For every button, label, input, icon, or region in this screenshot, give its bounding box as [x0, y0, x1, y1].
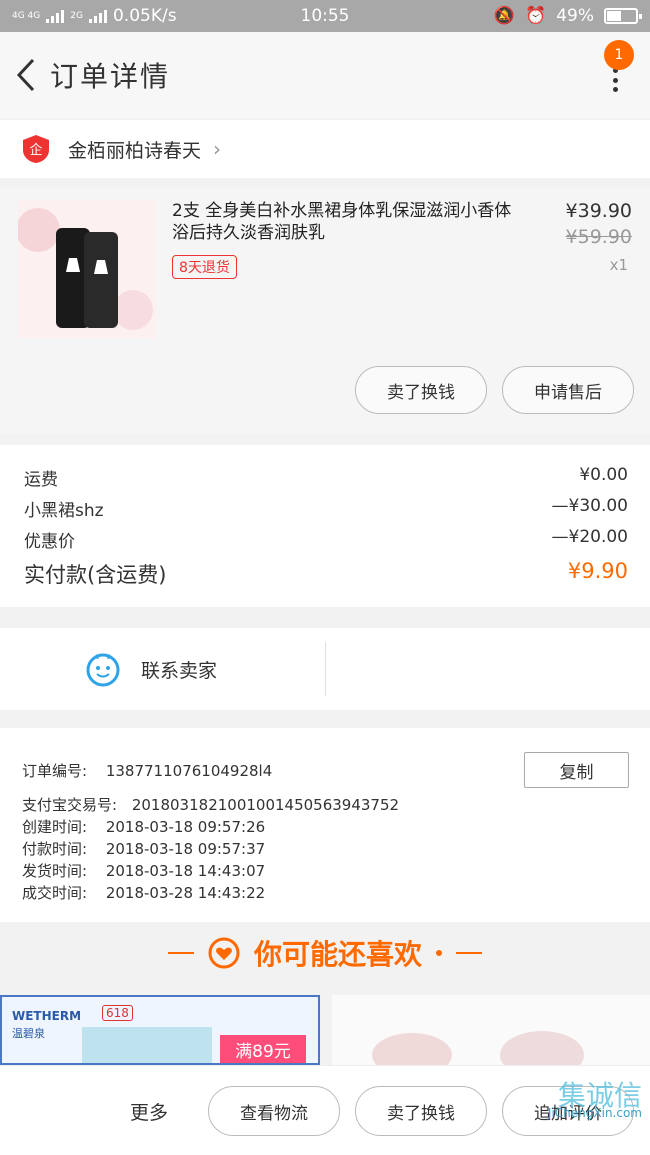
- more-button[interactable]: 更多: [130, 1098, 168, 1125]
- product-original-price: ¥59.90: [565, 226, 632, 248]
- recommend-list: WETHERM 温碧泉 618 满89元: [0, 995, 650, 1065]
- card-brand: WETHERM: [12, 1009, 82, 1023]
- order-row-value: 2018-03-18 09:57:26: [105, 818, 266, 836]
- order-row-label: 支付宝交易号:: [22, 796, 118, 814]
- order-row-label: 创建时间:: [22, 818, 88, 836]
- chat-icon: [86, 653, 120, 687]
- sell-button[interactable]: 卖了换钱: [355, 366, 487, 414]
- shop-row[interactable]: 企 金栢丽柏诗春天 ›: [0, 120, 650, 178]
- fee-label: 小黑裙shz: [24, 501, 104, 521]
- card-product-image: [82, 1027, 212, 1063]
- recommend-card[interactable]: [332, 995, 650, 1065]
- network2-label: 2G: [70, 11, 83, 21]
- recommend-card[interactable]: WETHERM 温碧泉 618 满89元: [0, 995, 320, 1065]
- notification-badge: 1: [604, 40, 634, 70]
- clock: 10:55: [300, 6, 350, 26]
- order-row-label: 成交时间:: [22, 884, 88, 902]
- order-row-value: 2018031821001001450563943752: [131, 796, 400, 814]
- more-menu-button[interactable]: [610, 68, 620, 92]
- page-title: 订单详情: [50, 60, 171, 93]
- fee-label: 优惠价: [24, 532, 75, 552]
- after-sales-button[interactable]: 申请售后: [502, 366, 634, 414]
- card-product-image: [372, 1031, 584, 1065]
- total-value: ¥9.90: [567, 559, 628, 583]
- mute-icon: 🔕: [493, 6, 516, 26]
- fee-value: —¥20.00: [551, 527, 628, 547]
- signal-icon: [46, 9, 65, 23]
- recommend-title: 你可能还喜欢: [253, 938, 422, 971]
- recommend-header: 你可能还喜欢: [0, 925, 650, 981]
- fee-row-coupon: 小黑裙shz —¥30.00: [24, 496, 628, 521]
- order-row: 付款时间: 2018-03-18 09:57:37: [22, 838, 265, 859]
- card-tag: 618: [102, 1005, 133, 1021]
- network-label: 4G 4G: [12, 11, 41, 21]
- order-row-label: 付款时间:: [22, 840, 88, 858]
- battery-icon: [604, 8, 642, 24]
- contact-seller-button[interactable]: 联系卖家: [85, 651, 217, 687]
- view-logistics-button[interactable]: 查看物流: [208, 1086, 340, 1136]
- order-info: 订单编号: 1387711076104928l4 复制 支付宝交易号: 2018…: [0, 728, 650, 922]
- product-image: [18, 200, 156, 338]
- product-price: ¥39.90: [565, 200, 632, 222]
- contact-section: 联系卖家: [0, 628, 650, 710]
- fee-row-shipping: 运费 ¥0.00: [24, 465, 628, 490]
- fee-row-discount: 优惠价 —¥20.00: [24, 527, 628, 552]
- nav-bar: 订单详情 1: [0, 32, 650, 118]
- bottom-action-bar: 更多 查看物流 卖了换钱 追加评价 集诚信 JiChengXin.com: [0, 1065, 650, 1155]
- divider: [456, 952, 482, 954]
- net-speed: 0.05K/s: [112, 6, 177, 26]
- chevron-right-icon: ›: [213, 137, 222, 161]
- product-item[interactable]: 2支 全身美白补水黑裙身体乳保湿滋润小香体浴后持久淡香润肤乳 8天退货 ¥39.…: [0, 188, 650, 434]
- order-number-row: 订单编号: 1387711076104928l4: [22, 760, 272, 781]
- contact-seller-label: 联系卖家: [141, 659, 218, 682]
- order-row: 支付宝交易号: 2018031821001001450563943752: [22, 794, 399, 815]
- watermark-site: JiChengXin.com: [547, 1106, 642, 1120]
- product-title: 2支 全身美白补水黑裙身体乳保湿滋润小香体浴后持久淡香润肤乳: [172, 201, 512, 243]
- heart-icon: [208, 937, 240, 969]
- order-row: 发货时间: 2018-03-18 14:43:07: [22, 860, 265, 881]
- order-row: 成交时间: 2018-03-28 14:43:22: [22, 882, 265, 903]
- fee-summary: 运费 ¥0.00 小黑裙shz —¥30.00 优惠价 —¥20.00 实付款(…: [0, 445, 650, 607]
- order-number-label: 订单编号:: [22, 762, 88, 780]
- order-number: 1387711076104928l4: [105, 762, 273, 780]
- order-row: 创建时间: 2018-03-18 09:57:26: [22, 816, 265, 837]
- shop-name: 金栢丽柏诗春天: [68, 139, 202, 162]
- return-policy-badge: 8天退货: [172, 255, 237, 279]
- battery-fill: [607, 11, 621, 21]
- divider: [325, 642, 326, 696]
- card-promo: 满89元: [220, 1035, 306, 1063]
- sell-button-bottom[interactable]: 卖了换钱: [355, 1086, 487, 1136]
- divider: [167, 952, 194, 954]
- fee-value: ¥0.00: [579, 465, 628, 485]
- order-row-value: 2018-03-18 09:57:37: [105, 840, 266, 858]
- product-quantity: x1: [609, 256, 628, 274]
- chevron-left-icon: [16, 58, 35, 92]
- copy-button[interactable]: 复制: [524, 752, 629, 788]
- card-brand-cn: 温碧泉: [12, 1027, 45, 1040]
- status-bar: 4G 4G 2G 0.05K/s 10:55 🔕 ⏰ 49%: [0, 0, 650, 32]
- fee-value: —¥30.00: [551, 496, 628, 516]
- order-row-label: 发货时间:: [22, 862, 88, 880]
- total-label: 实付款(含运费): [24, 563, 167, 587]
- divider: [436, 950, 442, 956]
- shop-logo: 企: [23, 135, 49, 163]
- battery-percent: 49%: [556, 6, 594, 26]
- order-row-value: 2018-03-18 14:43:07: [105, 862, 266, 880]
- back-button[interactable]: [6, 55, 46, 95]
- fee-label: 运费: [24, 470, 58, 490]
- alarm-icon: ⏰: [525, 6, 547, 26]
- signal2-icon: [88, 9, 107, 23]
- fee-row-total: 实付款(含运费) ¥9.90: [24, 559, 628, 589]
- order-row-value: 2018-03-28 14:43:22: [105, 884, 266, 902]
- shop-logo-text: 企: [29, 142, 42, 158]
